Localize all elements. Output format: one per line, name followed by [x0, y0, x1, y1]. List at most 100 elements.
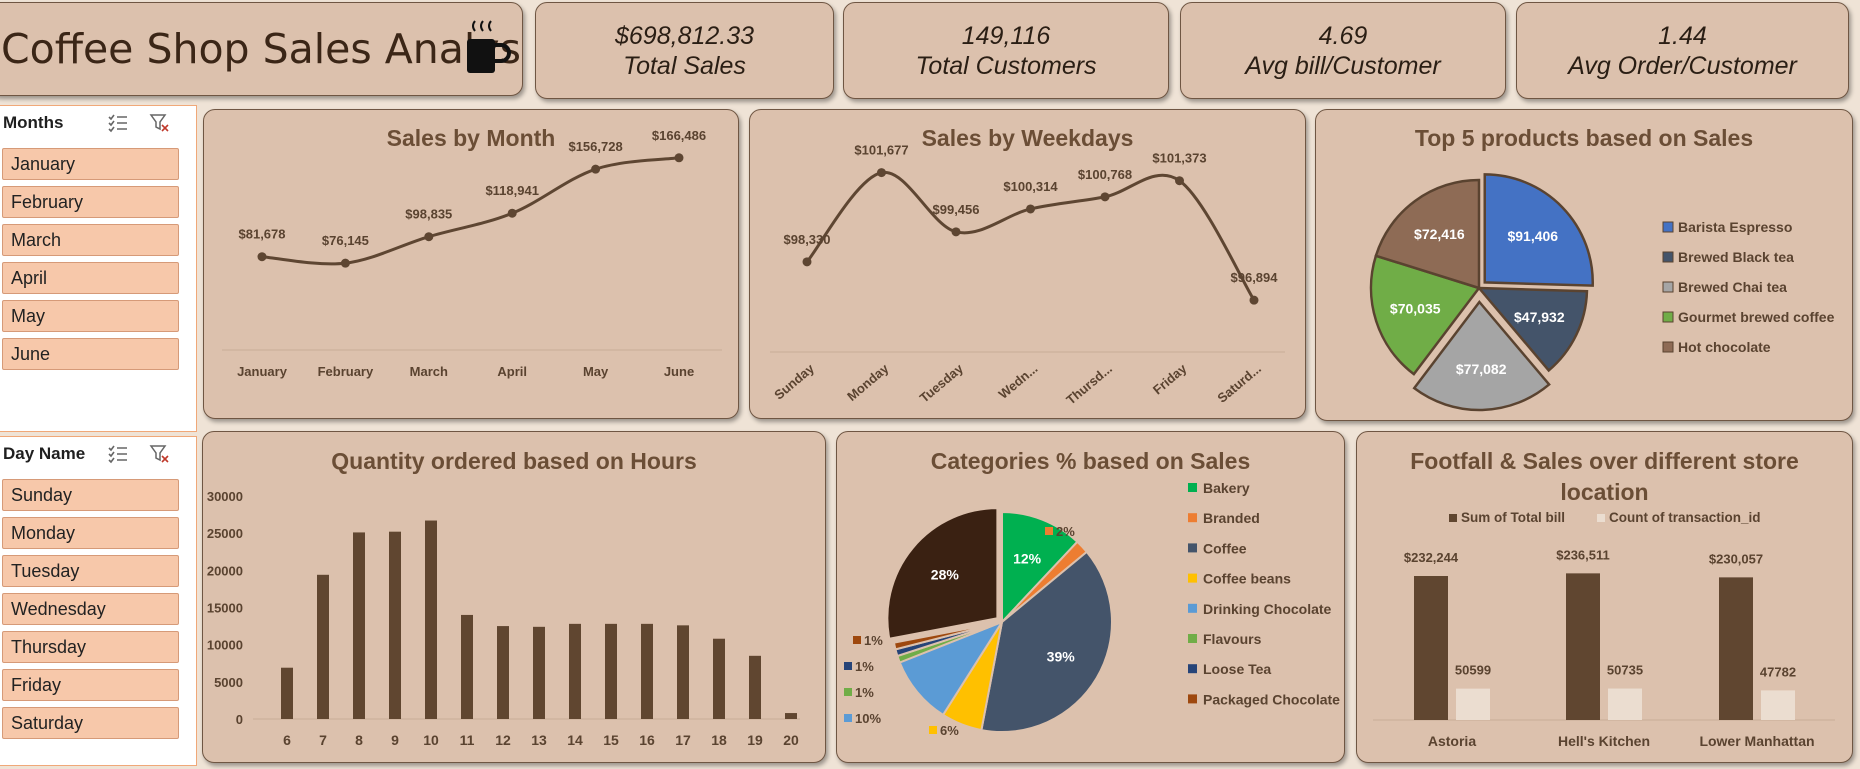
clear-filter-icon[interactable]: [149, 443, 171, 465]
legend-swatch: [1188, 603, 1197, 613]
x-tick-label: April: [497, 364, 527, 379]
data-point: [877, 168, 886, 178]
data-label: $91,406: [1507, 228, 1558, 244]
categories-card: Categories % based on Sales 12% 39% 28% 2% 6…: [836, 431, 1345, 763]
legend-swatch: [1188, 513, 1197, 523]
coffee-cup-icon: [467, 20, 511, 73]
data-point: [802, 257, 812, 267]
x-tick-label: Thursd...: [1063, 361, 1115, 408]
legend-label: Coffee beans: [1203, 571, 1291, 587]
bar: [1414, 576, 1448, 720]
multi-select-icon[interactable]: [107, 443, 129, 465]
legend-swatch: [1662, 341, 1674, 353]
legend-label: Drinking Chocolate: [1203, 601, 1332, 617]
footfall-chart: Sum of Total bill Count of transaction_id…: [1373, 510, 1835, 749]
bar: [317, 574, 329, 719]
clear-filter-icon[interactable]: [149, 112, 171, 134]
x-tick-label: 12: [495, 732, 511, 748]
slicer-item-june[interactable]: June: [2, 338, 179, 370]
slicer-title: Months: [3, 113, 64, 132]
bar: [749, 655, 761, 719]
x-tick-label: 6: [283, 732, 291, 748]
data-label-swatch: [853, 636, 861, 644]
kpi-value: 4.69: [1318, 22, 1368, 50]
kpi-value: 1.44: [1658, 22, 1707, 50]
legend-label: Count of transaction_id: [1609, 510, 1761, 525]
data-label-swatch: [929, 726, 937, 734]
data-label: $100,314: [1003, 179, 1058, 194]
data-label: $99,456: [933, 202, 980, 217]
legend-label: Brewed Black tea: [1678, 249, 1794, 265]
slicer-item-march[interactable]: March: [2, 224, 179, 256]
data-point: [1175, 176, 1184, 186]
bar: [641, 623, 653, 719]
page-title: Coffee Shop Sales Analysis: [1, 25, 523, 73]
legend-label: Flavours: [1203, 631, 1262, 647]
data-label: $118,941: [485, 183, 539, 198]
data-label: $98,330: [784, 232, 831, 247]
data-label: $76,145: [322, 233, 369, 248]
slicer-item-february[interactable]: February: [2, 186, 179, 218]
slicer-item-monday[interactable]: Monday: [2, 517, 179, 549]
data-label: 12%: [1013, 551, 1042, 567]
multi-select-icon[interactable]: [107, 112, 129, 134]
slicer-item-saturday[interactable]: Saturday: [2, 707, 179, 739]
footfall-card: Footfall & Sales over different store lo…: [1356, 431, 1853, 763]
legend-label: Coffee: [1203, 540, 1247, 556]
day-name-slicer: Day Name Sunday Monday Tuesday Wednesday…: [0, 436, 197, 766]
slicer-item-january[interactable]: January: [2, 148, 179, 180]
slicer-item-sunday[interactable]: Sunday: [2, 479, 179, 511]
kpi-value: 149,116: [961, 22, 1051, 50]
slicer-item-wednesday[interactable]: Wednesday: [2, 593, 179, 625]
bar: [677, 625, 689, 719]
data-point: [424, 232, 434, 242]
data-point: [257, 252, 267, 262]
slicer-item-may[interactable]: May: [2, 300, 179, 332]
legend-label: Bakery: [1203, 480, 1250, 496]
data-label: 39%: [1047, 649, 1076, 665]
x-tick-label: March: [410, 364, 448, 379]
x-tick-label: 14: [567, 732, 583, 748]
data-label: 1%: [855, 685, 874, 700]
data-label: 6%: [940, 723, 959, 738]
legend-swatch: [1662, 311, 1674, 323]
slicer-item-april[interactable]: April: [2, 262, 179, 294]
data-label: $166,486: [652, 128, 706, 143]
data-point: [507, 208, 517, 218]
y-tick-label: 20000: [207, 563, 243, 578]
bar: [353, 532, 365, 719]
data-point: [674, 153, 684, 163]
x-tick-label: 10: [423, 732, 439, 748]
x-tick-label: 17: [675, 732, 691, 748]
data-label: 1%: [864, 633, 883, 648]
data-label-swatch: [844, 714, 852, 722]
slicer-item-thursday[interactable]: Thursday: [2, 631, 179, 663]
slicer-item-friday[interactable]: Friday: [2, 669, 179, 701]
bar: [569, 623, 581, 719]
data-point: [1026, 204, 1035, 214]
sales-by-weekdays-chart: $98,330 Sunday $101,677 Monday $99,456 Tuesda…: [770, 143, 1285, 408]
legend-swatch: [1662, 251, 1674, 263]
bar: [497, 626, 509, 719]
slicer-item-tuesday[interactable]: Tuesday: [2, 555, 179, 587]
bar: [533, 626, 545, 719]
y-tick-label: 0: [236, 712, 243, 727]
legend-label: Sum of Total bill: [1461, 510, 1565, 525]
kpi-total-customers: 149,116 Total Customers: [843, 2, 1169, 99]
data-label: $96,894: [1231, 270, 1279, 285]
data-point: [951, 227, 961, 237]
data-label: 50599: [1455, 663, 1491, 678]
kpi-total-sales: $698,812.33 Total Sales: [535, 2, 834, 99]
legend-label: Loose Tea: [1203, 661, 1271, 677]
bar: [1456, 688, 1490, 720]
data-label: 2%: [1056, 524, 1075, 539]
x-tick-label: Monday: [844, 360, 892, 404]
data-label: 1%: [855, 659, 874, 674]
kpi-label: Avg bill/Customer: [1245, 52, 1441, 80]
data-label-swatch: [844, 662, 852, 670]
sales-by-month-chart: $81,678 January $76,145 February $98,835 Marc…: [222, 128, 722, 379]
data-label: $81,678: [239, 227, 286, 242]
data-point: [591, 164, 601, 174]
x-tick-label: Wedn...: [996, 361, 1041, 402]
kpi-label: Total Customers: [915, 52, 1097, 80]
